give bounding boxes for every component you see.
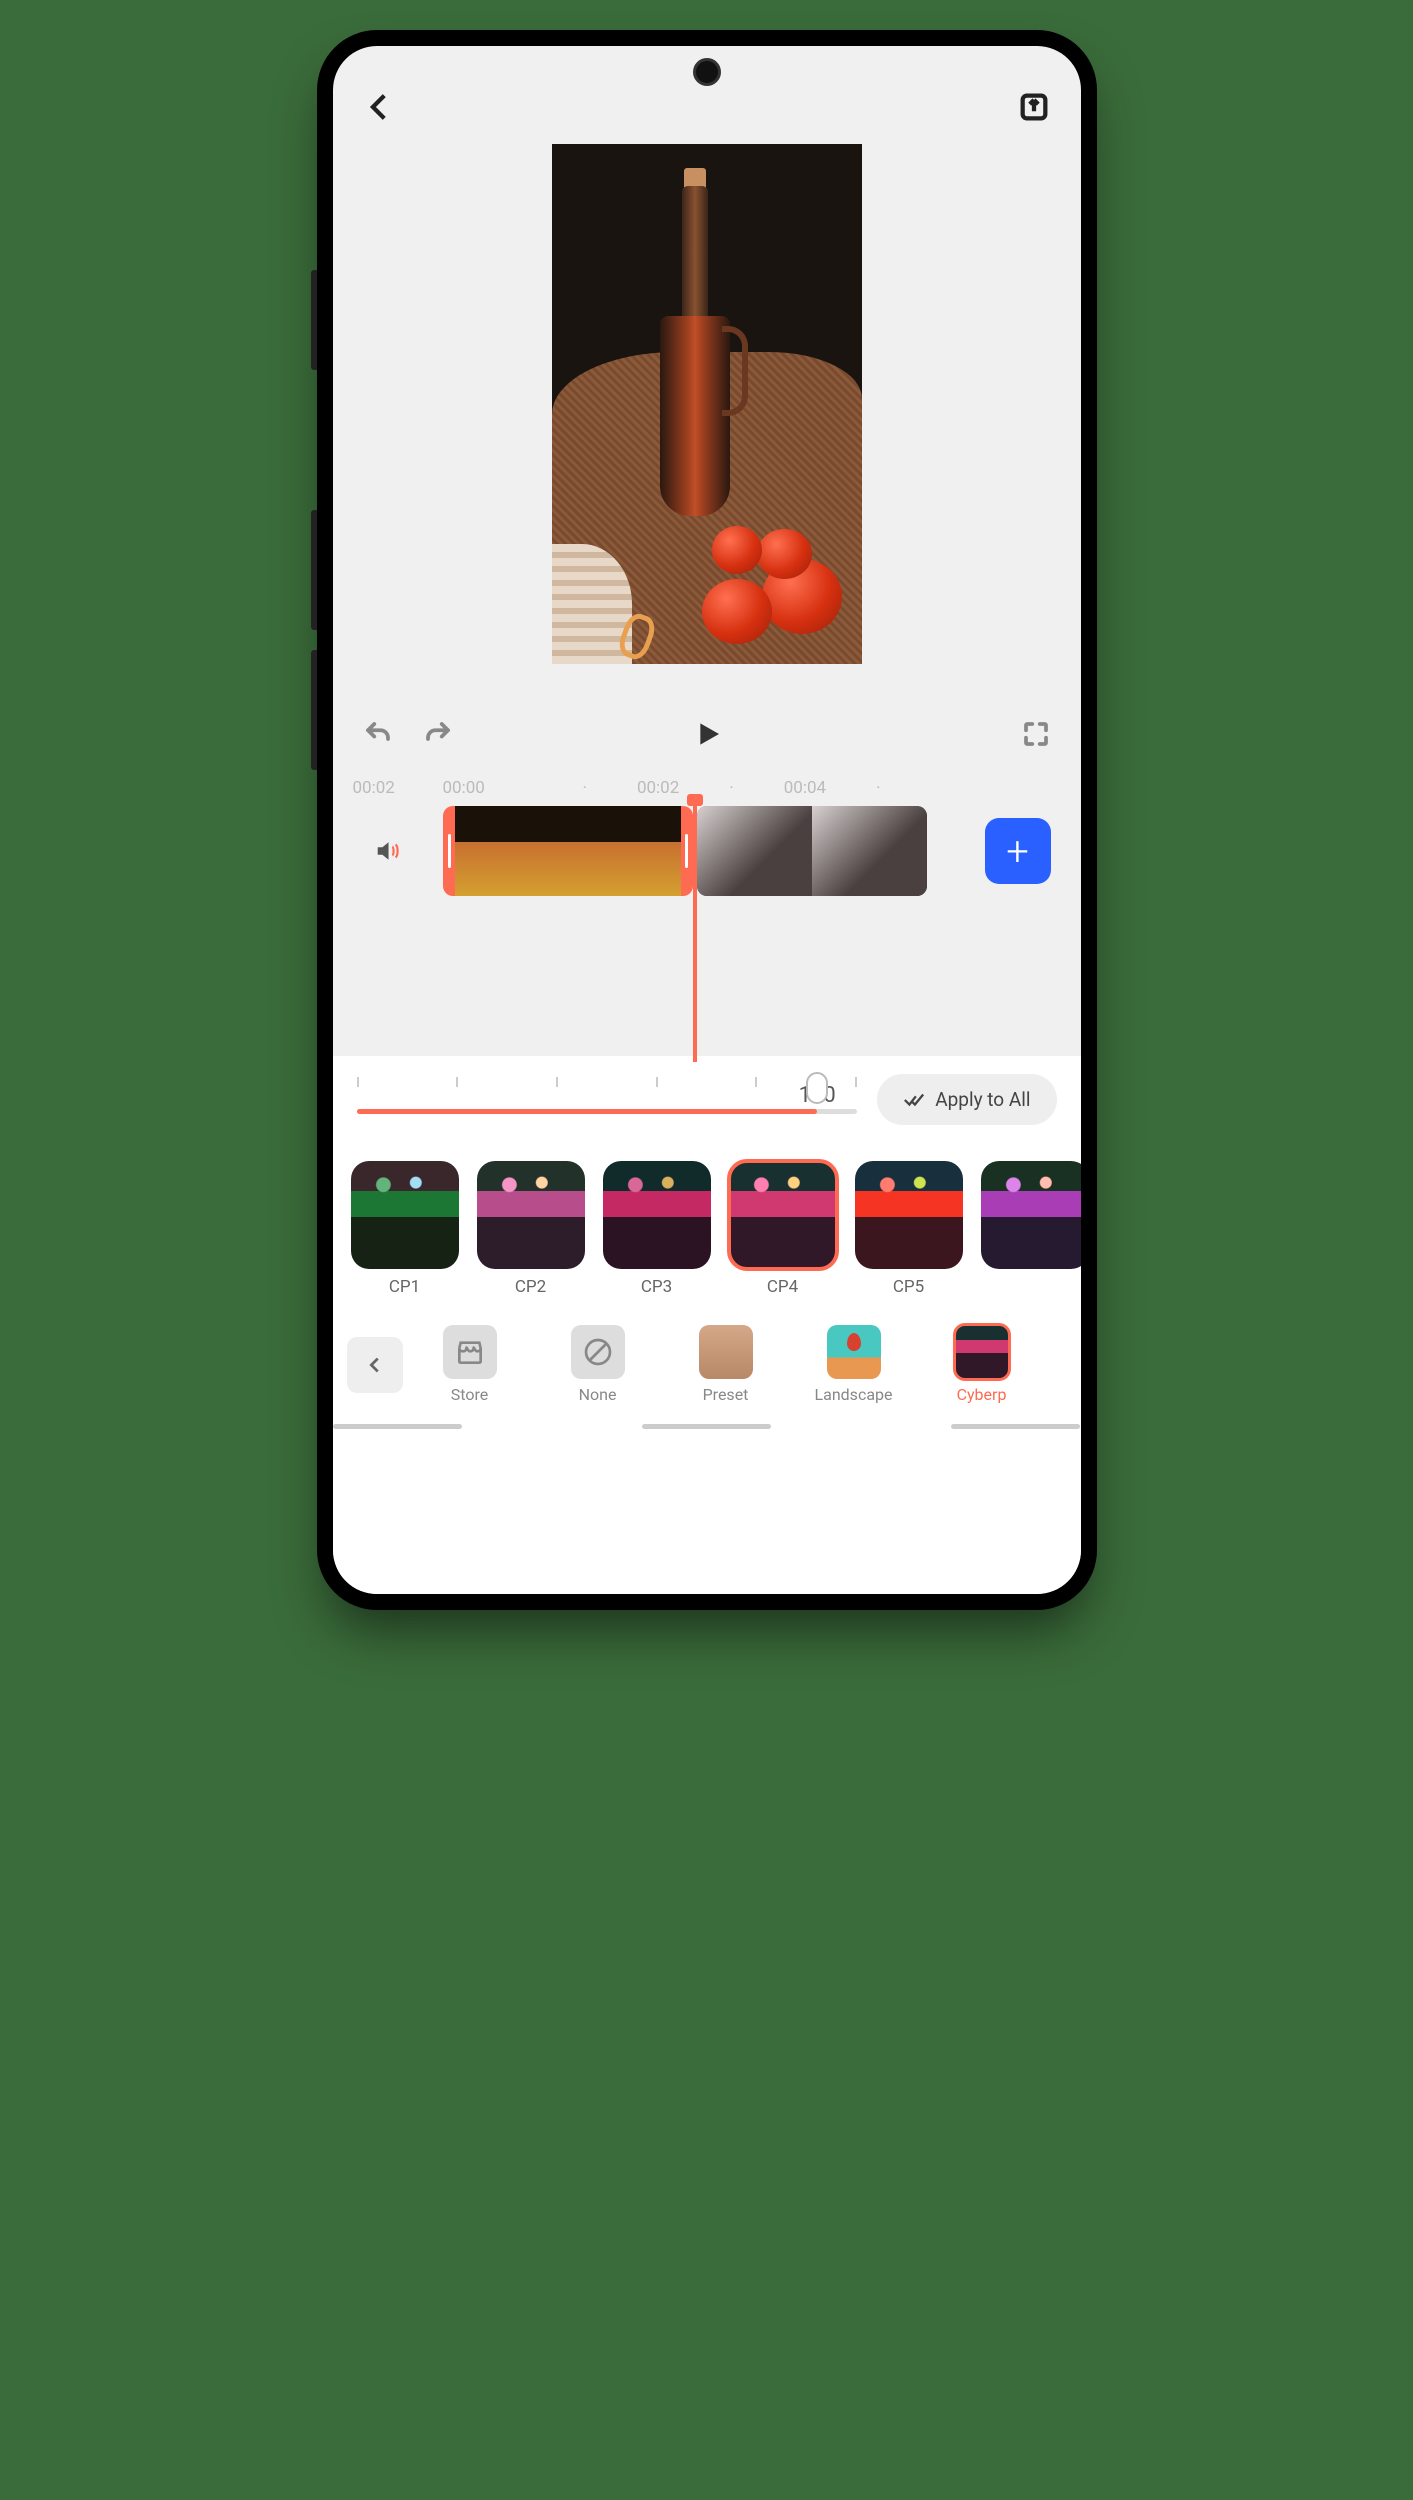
filter-label: CP3 [641, 1277, 672, 1297]
category-landscape[interactable]: Landscape [793, 1325, 915, 1404]
category-label: Landscape [815, 1385, 893, 1404]
redo-icon [423, 719, 453, 749]
cyberpunk-icon [955, 1325, 1009, 1379]
app-screen: 00:02 00:00 · 00:02 · 00:04 · [333, 46, 1081, 1594]
filter-thumb [729, 1161, 837, 1269]
clip-thumb [812, 806, 927, 896]
chevron-left-icon [363, 90, 397, 124]
redo-button[interactable] [423, 719, 453, 753]
fullscreen-button[interactable] [1021, 719, 1051, 753]
preview-image[interactable] [552, 144, 862, 664]
filter-cp5[interactable]: CP5 [855, 1161, 963, 1297]
export-button[interactable] [1017, 90, 1051, 128]
filter-label: CP2 [515, 1277, 546, 1297]
time-mark: · [876, 778, 880, 798]
filter-strip[interactable]: CP1 CP2 CP3 CP4 CP5 [333, 1139, 1081, 1305]
filter-panel: 100 Apply to All CP1 CP2 CP3 CP4 CP5 [333, 1056, 1081, 1594]
clip-2[interactable] [697, 806, 927, 896]
nav-indicator [333, 1416, 1081, 1436]
double-check-icon [903, 1089, 925, 1111]
intensity-row: 100 Apply to All [333, 1074, 1081, 1139]
undo-icon [363, 719, 393, 749]
filter-thumb [981, 1161, 1081, 1269]
undo-button[interactable] [363, 719, 393, 753]
time-mark: 00:02 [637, 778, 679, 798]
time-mark: · [583, 778, 587, 798]
filter-cp4-selected[interactable]: CP4 [729, 1161, 837, 1297]
clip-1-selected[interactable] [443, 806, 693, 896]
filter-label: CP5 [893, 1277, 924, 1297]
preview-tomato [712, 526, 762, 574]
play-button[interactable] [691, 718, 723, 754]
chevron-left-icon [364, 1354, 386, 1376]
slider-thumb[interactable] [806, 1072, 828, 1104]
export-icon [1017, 90, 1051, 124]
preview-bottle [660, 186, 730, 566]
filter-label: CP1 [389, 1277, 420, 1297]
category-cyberpunk-active[interactable]: Cyberp [921, 1325, 1043, 1404]
fullscreen-icon [1021, 719, 1051, 749]
camera-hole [693, 58, 721, 86]
filter-thumb [477, 1161, 585, 1269]
playhead[interactable] [693, 802, 697, 1062]
filter-cp2[interactable]: CP2 [477, 1161, 585, 1297]
clip-thumb [455, 806, 568, 896]
filter-cp1[interactable]: CP1 [351, 1161, 459, 1297]
category-store[interactable]: Store [409, 1325, 531, 1404]
filter-thumb [351, 1161, 459, 1269]
filter-cp3[interactable]: CP3 [603, 1161, 711, 1297]
intensity-slider[interactable]: 100 [357, 1085, 858, 1114]
apply-label: Apply to All [935, 1088, 1030, 1111]
time-labels: 00:02 00:00 · 00:02 · 00:04 · [333, 778, 1081, 806]
preview-area [333, 144, 1081, 704]
landscape-icon [827, 1325, 881, 1379]
time-mark: 00:04 [784, 778, 826, 798]
filter-label: CP4 [767, 1277, 798, 1297]
preview-tomato [757, 529, 812, 579]
play-icon [691, 718, 723, 750]
preview-tomato [702, 579, 772, 644]
preset-icon [699, 1325, 753, 1379]
speaker-icon [375, 838, 401, 864]
clip-thumb [697, 806, 812, 896]
slider-track [357, 1109, 858, 1114]
category-label: None [579, 1385, 617, 1404]
category-bar[interactable]: Store None Preset Landscape Cyberp [333, 1305, 1081, 1416]
current-time: 00:02 [353, 778, 443, 798]
none-icon [571, 1325, 625, 1379]
plus-icon: + [1006, 828, 1029, 875]
category-label: Store [451, 1385, 488, 1404]
time-mark: · [729, 778, 733, 798]
clip-track[interactable]: + [443, 806, 1081, 896]
filter-cp6[interactable] [981, 1161, 1081, 1297]
phone-frame: 00:02 00:00 · 00:02 · 00:04 · [317, 30, 1097, 1610]
category-none[interactable]: None [537, 1325, 659, 1404]
category-label: Preset [703, 1385, 749, 1404]
playback-controls [333, 704, 1081, 768]
time-mark: 00:00 [443, 778, 533, 798]
store-icon [443, 1325, 497, 1379]
clip-thumb [568, 806, 681, 896]
apply-to-all-button[interactable]: Apply to All [877, 1074, 1056, 1125]
timeline: 00:02 00:00 · 00:02 · 00:04 · [333, 768, 1081, 1056]
category-back-button[interactable] [347, 1337, 403, 1393]
category-label: Cyberp [957, 1385, 1007, 1404]
audio-button[interactable] [333, 838, 443, 864]
add-clip-button[interactable]: + [985, 818, 1051, 884]
category-preset[interactable]: Preset [665, 1325, 787, 1404]
back-button[interactable] [363, 90, 397, 128]
filter-thumb [603, 1161, 711, 1269]
filter-thumb [855, 1161, 963, 1269]
